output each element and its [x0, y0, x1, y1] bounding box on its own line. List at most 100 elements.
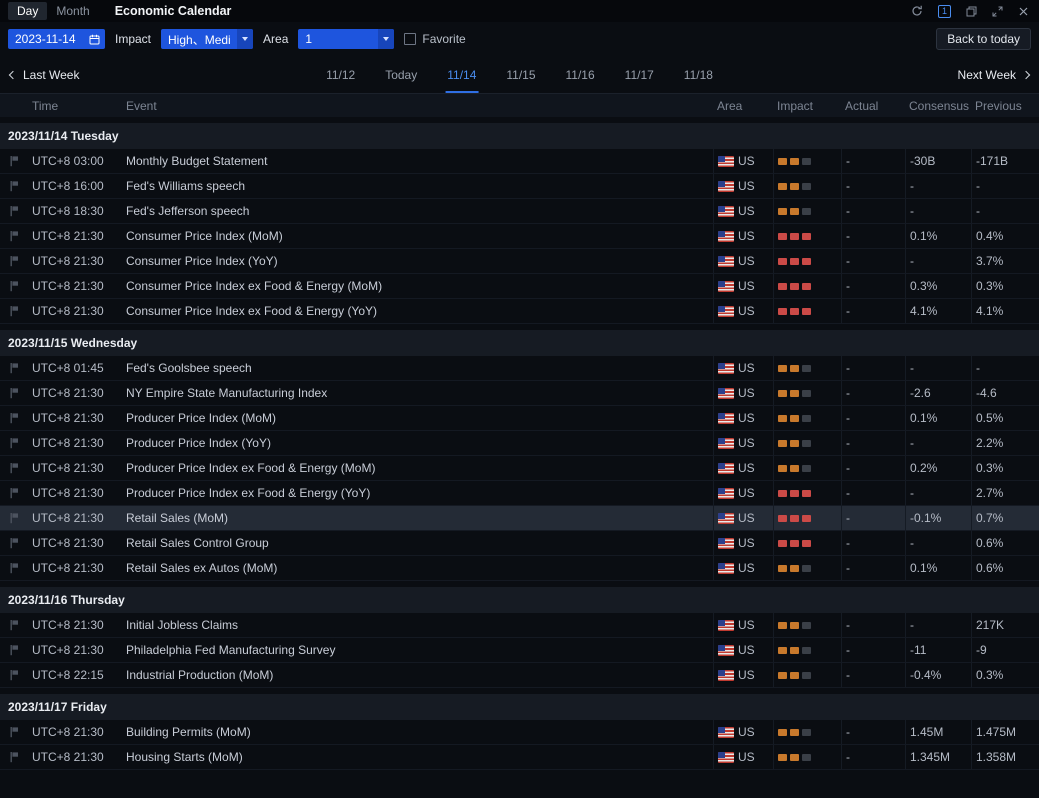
event-area: US [713, 356, 773, 380]
bookmark-cell[interactable] [0, 456, 28, 480]
day-tab-11-16[interactable]: 11/16 [555, 56, 606, 93]
us-flag-icon [718, 305, 734, 317]
event-time: UTC+8 21:30 [32, 643, 104, 657]
event-row[interactable]: UTC+8 21:30 Consumer Price Index ex Food… [0, 274, 1039, 299]
event-time: UTC+8 16:00 [32, 179, 104, 193]
us-flag-icon [718, 155, 734, 167]
day-tab-11-17[interactable]: 11/17 [614, 56, 665, 93]
bookmark-cell[interactable] [0, 356, 28, 380]
event-area: US [713, 224, 773, 248]
bookmark-cell[interactable] [0, 249, 28, 273]
event-impact [773, 663, 841, 687]
bookmark-cell[interactable] [0, 381, 28, 405]
back-to-today-button[interactable]: Back to today [936, 28, 1031, 50]
next-week-button[interactable]: Next Week [958, 68, 1031, 82]
event-row[interactable]: UTC+8 22:15 Industrial Production (MoM) … [0, 663, 1039, 688]
bookmark-cell[interactable] [0, 274, 28, 298]
event-actual: - [841, 249, 905, 273]
refresh-icon[interactable] [911, 5, 923, 17]
date-picker[interactable]: 2023-11-14 [8, 29, 105, 49]
bookmark-cell[interactable] [0, 149, 28, 173]
event-row[interactable]: UTC+8 18:30 Fed's Jefferson speech US - … [0, 199, 1039, 224]
flag-icon [10, 438, 18, 449]
day-tab-11-15[interactable]: 11/15 [495, 56, 546, 93]
event-impact [773, 720, 841, 744]
area-code: US [738, 536, 755, 550]
impact-level-icon [778, 182, 811, 190]
event-area: US [713, 663, 773, 687]
day-tab-11-18[interactable]: 11/18 [673, 56, 724, 93]
bookmark-cell[interactable] [0, 506, 28, 530]
close-icon[interactable] [1018, 6, 1029, 17]
day-tab-11-14[interactable]: 11/14 [436, 56, 487, 93]
event-time: UTC+8 21:30 [32, 536, 104, 550]
tab-day[interactable]: Day [8, 2, 48, 20]
event-time: UTC+8 21:30 [32, 618, 104, 632]
event-previous: -9 [971, 638, 1039, 662]
event-row[interactable]: UTC+8 21:30 Retail Sales Control Group U… [0, 531, 1039, 556]
tab-month[interactable]: Month [47, 2, 98, 20]
bookmark-cell[interactable] [0, 745, 28, 769]
bookmark-cell[interactable] [0, 663, 28, 687]
us-flag-icon [718, 644, 734, 656]
expand-icon[interactable] [992, 6, 1003, 17]
area-select[interactable]: 1 [298, 29, 395, 49]
event-time: UTC+8 21:30 [32, 304, 104, 318]
event-row[interactable]: UTC+8 21:30 NY Empire State Manufacturin… [0, 381, 1039, 406]
event-impact [773, 481, 841, 505]
chevron-down-icon [237, 29, 254, 49]
bookmark-cell[interactable] [0, 720, 28, 744]
day-tab-11-12[interactable]: 11/12 [315, 56, 366, 93]
flag-icon [10, 538, 18, 549]
panel-count-badge[interactable]: 1 [937, 4, 951, 18]
event-row[interactable]: UTC+8 03:00 Monthly Budget Statement US … [0, 149, 1039, 174]
event-row[interactable]: UTC+8 21:30 Consumer Price Index ex Food… [0, 299, 1039, 324]
event-row[interactable]: UTC+8 21:30 Philadelphia Fed Manufacturi… [0, 638, 1039, 663]
event-row[interactable]: UTC+8 21:30 Initial Jobless Claims US - … [0, 613, 1039, 638]
restore-icon[interactable] [966, 6, 977, 17]
event-impact [773, 613, 841, 637]
bookmark-cell[interactable] [0, 431, 28, 455]
impact-select[interactable]: High、Medi [161, 29, 254, 49]
filter-bar: 2023-11-14 Impact High、Medi Area 1 Favor… [0, 22, 1039, 56]
bookmark-cell[interactable] [0, 638, 28, 662]
event-row[interactable]: UTC+8 21:30 Retail Sales (MoM) US - -0.1… [0, 506, 1039, 531]
bookmark-cell[interactable] [0, 224, 28, 248]
favorite-checkbox[interactable] [404, 33, 417, 45]
event-impact [773, 356, 841, 380]
event-area: US [713, 720, 773, 744]
bookmark-cell[interactable] [0, 481, 28, 505]
event-row[interactable]: UTC+8 21:30 Producer Price Index ex Food… [0, 456, 1039, 481]
area-code: US [738, 204, 755, 218]
impact-level-icon [778, 364, 811, 372]
last-week-button[interactable]: Last Week [8, 68, 79, 82]
event-row[interactable]: UTC+8 16:00 Fed's Williams speech US - -… [0, 174, 1039, 199]
impact-level-icon [778, 489, 811, 497]
event-actual: - [841, 556, 905, 580]
event-row[interactable]: UTC+8 01:45 Fed's Goolsbee speech US - -… [0, 356, 1039, 381]
event-row[interactable]: UTC+8 21:30 Housing Starts (MoM) US - 1.… [0, 745, 1039, 770]
event-row[interactable]: UTC+8 21:30 Consumer Price Index (MoM) U… [0, 224, 1039, 249]
event-previous: 0.6% [971, 556, 1039, 580]
bookmark-cell[interactable] [0, 406, 28, 430]
event-row[interactable]: UTC+8 21:30 Producer Price Index (YoY) U… [0, 431, 1039, 456]
event-row[interactable]: UTC+8 21:30 Building Permits (MoM) US - … [0, 720, 1039, 745]
event-previous: - [971, 199, 1039, 223]
bookmark-cell[interactable] [0, 299, 28, 323]
event-time: UTC+8 21:30 [32, 436, 104, 450]
event-row[interactable]: UTC+8 21:30 Retail Sales ex Autos (MoM) … [0, 556, 1039, 581]
bookmark-cell[interactable] [0, 174, 28, 198]
bookmark-cell[interactable] [0, 199, 28, 223]
day-tab-today[interactable]: Today [374, 56, 428, 93]
bookmark-cell[interactable] [0, 556, 28, 580]
header-consensus: Consensus [909, 98, 970, 113]
event-row[interactable]: UTC+8 21:30 Producer Price Index ex Food… [0, 481, 1039, 506]
event-row[interactable]: UTC+8 21:30 Producer Price Index (MoM) U… [0, 406, 1039, 431]
event-consensus: 1.345M [905, 745, 971, 769]
event-row[interactable]: UTC+8 21:30 Consumer Price Index (YoY) U… [0, 249, 1039, 274]
impact-level-icon [778, 232, 811, 240]
table-header: Time Event Area Impact Actual Consensus … [0, 94, 1039, 117]
event-actual: - [841, 274, 905, 298]
bookmark-cell[interactable] [0, 613, 28, 637]
bookmark-cell[interactable] [0, 531, 28, 555]
